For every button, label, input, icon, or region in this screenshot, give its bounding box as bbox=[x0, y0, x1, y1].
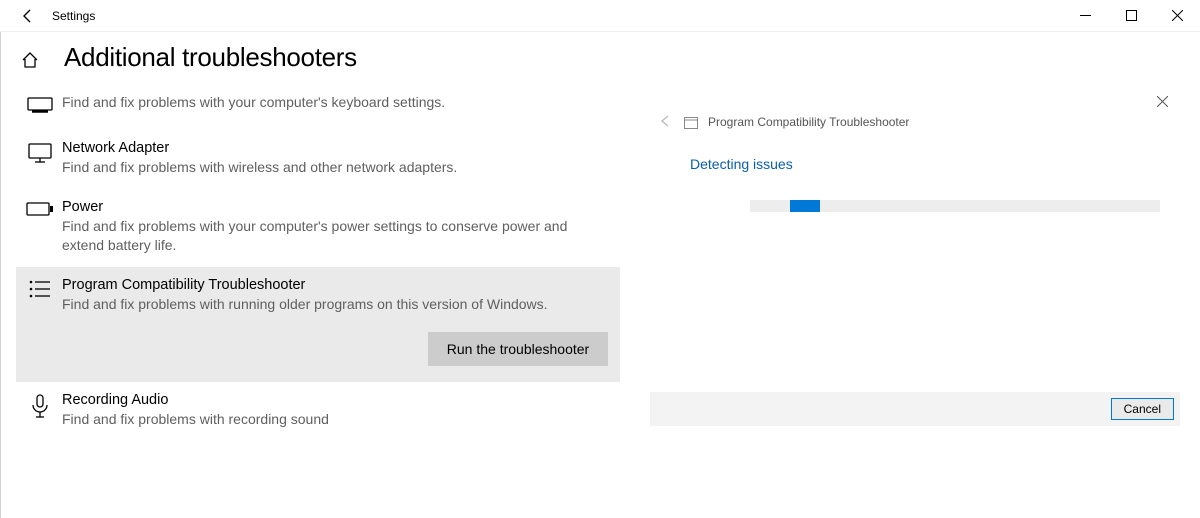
item-title: Network Adapter bbox=[62, 140, 608, 156]
minimize-button[interactable] bbox=[1062, 0, 1108, 32]
item-desc: Find and fix problems with recording sou… bbox=[62, 410, 608, 429]
program-list-icon bbox=[28, 279, 52, 366]
item-desc: Find and fix problems with wireless and … bbox=[62, 158, 608, 177]
troubleshooter-item-recording[interactable]: Recording Audio Find and fix problems wi… bbox=[16, 382, 620, 441]
dialog-back-button[interactable] bbox=[660, 114, 674, 130]
troubleshooter-item-network[interactable]: Network Adapter Find and fix problems wi… bbox=[16, 130, 620, 189]
dialog-app-icon bbox=[684, 116, 698, 128]
window-title: Settings bbox=[52, 9, 95, 23]
network-adapter-icon bbox=[27, 142, 53, 177]
dialog-title: Program Compatibility Troubleshooter bbox=[708, 115, 909, 129]
item-desc: Find and fix problems with running older… bbox=[62, 295, 608, 314]
item-title: Program Compatibility Troubleshooter bbox=[62, 277, 608, 293]
maximize-button[interactable] bbox=[1108, 0, 1154, 32]
dialog-status: Detecting issues bbox=[690, 156, 1180, 172]
item-title: Power bbox=[62, 199, 608, 215]
page-title: Additional troubleshooters bbox=[64, 42, 357, 73]
troubleshooter-dialog: Program Compatibility Troubleshooter Det… bbox=[650, 92, 1180, 212]
troubleshooter-item-program-compat[interactable]: Program Compatibility Troubleshooter Fin… bbox=[16, 267, 620, 382]
item-title: Recording Audio bbox=[62, 392, 608, 408]
back-button[interactable] bbox=[14, 2, 42, 30]
home-icon[interactable] bbox=[18, 51, 42, 69]
run-troubleshooter-button[interactable]: Run the troubleshooter bbox=[428, 332, 608, 366]
progress-bar-fill bbox=[790, 200, 820, 212]
troubleshooter-dialog-pane: Program Compatibility Troubleshooter Det… bbox=[620, 32, 1200, 518]
item-desc: Find and fix problems with your computer… bbox=[62, 217, 608, 255]
troubleshooter-item-power[interactable]: Power Find and fix problems with your co… bbox=[16, 189, 620, 267]
window-controls bbox=[1062, 0, 1200, 32]
titlebar: Settings bbox=[0, 0, 1200, 32]
dialog-footer: Cancel bbox=[650, 392, 1180, 426]
keyboard-icon bbox=[27, 93, 53, 118]
settings-left-pane: Additional troubleshooters Find and fix … bbox=[0, 32, 620, 518]
item-desc: Find and fix problems with your computer… bbox=[62, 93, 608, 112]
microphone-icon bbox=[30, 394, 50, 429]
close-window-button[interactable] bbox=[1154, 0, 1200, 32]
power-icon bbox=[26, 201, 54, 255]
dialog-close-button[interactable] bbox=[1157, 94, 1168, 110]
troubleshooter-item-keyboard[interactable]: Find and fix problems with your computer… bbox=[16, 81, 620, 130]
progress-bar bbox=[750, 200, 1160, 212]
cancel-button[interactable]: Cancel bbox=[1111, 398, 1174, 420]
